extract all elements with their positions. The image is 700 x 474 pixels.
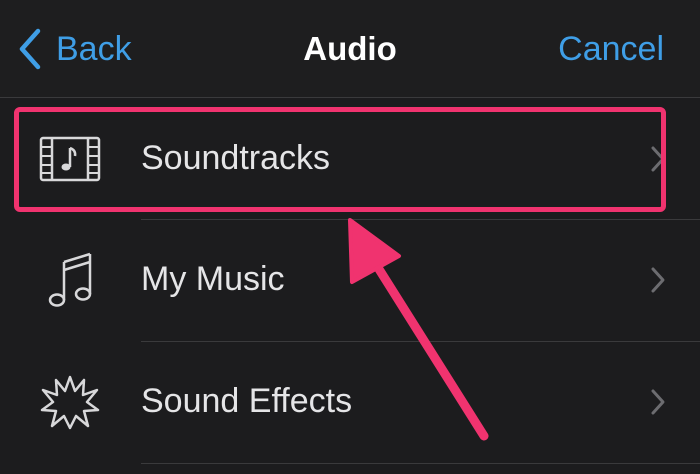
back-button[interactable]: Back	[18, 24, 132, 74]
list-item-my-music[interactable]: My Music	[0, 220, 700, 342]
chevron-right-icon	[651, 267, 665, 293]
audio-screen: Back Audio Cancel Soundtracks My Music S…	[0, 0, 700, 474]
chevron-right-icon	[651, 389, 665, 415]
list-item-soundtracks[interactable]: Soundtracks	[0, 98, 700, 220]
list-item-label: Sound Effects	[141, 382, 353, 420]
film-music-icon	[38, 127, 102, 191]
list-item-sound-effects[interactable]: Sound Effects	[0, 342, 700, 464]
row-separator	[141, 463, 700, 464]
music-note-icon	[38, 248, 102, 312]
chevron-right-icon	[651, 146, 665, 172]
starburst-icon	[38, 370, 102, 434]
chevron-left-icon	[19, 28, 41, 70]
navigation-bar: Back Audio Cancel	[0, 0, 700, 98]
back-button-label: Back	[56, 29, 132, 68]
list-item-label: Soundtracks	[141, 139, 330, 177]
cancel-button[interactable]: Cancel	[558, 24, 664, 74]
list-item-label: My Music	[141, 260, 285, 298]
